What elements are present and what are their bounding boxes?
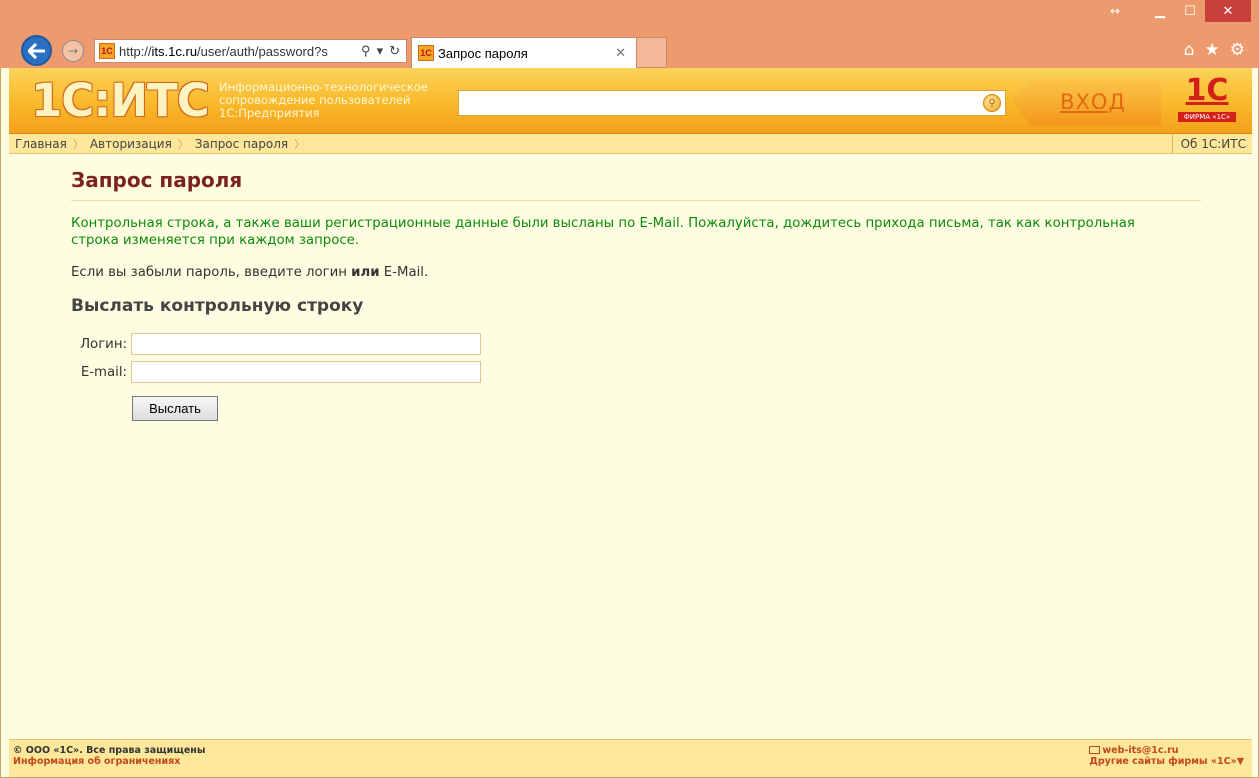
tab-close-icon[interactable]: ✕ (615, 45, 626, 61)
firm-1c-logo[interactable]: 1С ФИРМА «1С» (1167, 76, 1247, 128)
login-row: Логин: (69, 330, 1201, 358)
site-footer: © ООО «1С». Все права защищены Информаци… (9, 739, 1252, 777)
address-text[interactable]: http://its.1c.ru/user/auth/password?s (119, 44, 361, 59)
firm-logo-caption: ФИРМА «1С» (1177, 112, 1237, 122)
page-viewport: 1С:ИТС Информационно-технологическое соп… (0, 68, 1259, 778)
success-message: Контрольная строка, а также ваши регистр… (71, 216, 1135, 248)
site-tagline: Информационно-технологическое сопровожде… (219, 81, 428, 120)
hint-after: E-Mail. (379, 265, 429, 280)
site-favicon: 1С (99, 43, 115, 59)
hint-before: Если вы забыли пароль, введите логин (71, 265, 352, 280)
email-link[interactable]: web-its@1c.ru (1089, 745, 1244, 756)
site-logo[interactable]: 1С:ИТС (31, 75, 210, 127)
address-path: /user/auth/password?s (197, 43, 328, 59)
breadcrumb-item-auth[interactable]: Авторизация (90, 137, 172, 151)
home-icon[interactable]: ⌂ (1184, 40, 1195, 60)
address-icons: ⚲ ▾ ↻ (361, 43, 406, 59)
refresh-icon[interactable]: ↻ (389, 43, 400, 59)
maximize-button[interactable]: ☐ (1175, 0, 1205, 22)
arrow-right-icon: → (67, 44, 79, 58)
browser-toolbar: → 1С http://its.1c.ru/user/auth/password… (0, 32, 1259, 68)
restrictions-link[interactable]: Информация об ограничениях (13, 756, 205, 767)
firm-logo-mark: 1С (1185, 73, 1229, 108)
resize-icon[interactable]: ↔ (1097, 0, 1133, 22)
chevron-right-icon: 〉 (72, 137, 84, 151)
page-title: Запрос пароля (71, 168, 1201, 201)
email-label: E-mail: (80, 364, 127, 380)
footer-right: web-its@1c.ru Другие сайты фирмы «1С»▼ (1089, 745, 1244, 767)
login-label: Логин: (80, 336, 127, 352)
login-button[interactable]: ВХОД (1013, 78, 1161, 126)
new-tab-button[interactable] (637, 37, 667, 68)
chevron-right-icon: 〉 (294, 137, 306, 151)
window-controls: ↔ ▁ ☐ ✕ (1097, 0, 1251, 22)
browser-right-icons: ⌂ ★ ⚙ (1184, 40, 1245, 60)
star-icon[interactable]: ★ (1205, 40, 1220, 60)
chevron-down-icon[interactable]: ▾ (377, 43, 384, 59)
footer-left: © ООО «1С». Все права защищены Информаци… (13, 745, 205, 767)
form-title: Выслать контрольную строку (71, 296, 364, 316)
login-label: ВХОД (1060, 90, 1126, 114)
breadcrumb-item-current: Запрос пароля (194, 136, 289, 151)
address-prefix: http:// (119, 43, 152, 59)
other-sites-link[interactable]: Другие сайты фирмы «1С»▼ (1089, 756, 1244, 767)
back-button[interactable] (21, 35, 52, 66)
tab-favicon: 1С (418, 45, 434, 61)
window-titlebar: ↔ ▁ ☐ ✕ (0, 0, 1259, 32)
mail-icon (1089, 746, 1101, 754)
login-input[interactable] (131, 333, 481, 355)
tab-title: Запрос пароля (438, 45, 528, 61)
site-search-input[interactable]: ⚲ (458, 90, 1006, 116)
search-icon: ⚲ (988, 97, 996, 109)
password-request-form: Логин: E-mail: Выслать (69, 330, 1201, 421)
about-its-link[interactable]: Об 1С:ИТС (1171, 134, 1252, 154)
submit-button[interactable]: Выслать (132, 396, 218, 421)
site-header: 1С:ИТС Информационно-технологическое соп… (9, 68, 1252, 134)
minimize-button[interactable]: ▁ (1145, 0, 1175, 22)
address-bar[interactable]: 1С http://its.1c.ru/user/auth/password?s… (94, 39, 407, 63)
breadcrumb: Главная 〉 Авторизация 〉 Запрос пароля 〉 … (9, 134, 1252, 154)
email-row: E-mail: (69, 358, 1201, 386)
email-link-text: web-its@1c.ru (1102, 745, 1179, 756)
breadcrumb-item-home[interactable]: Главная (15, 137, 67, 151)
hint-text: Если вы забыли пароль, введите логин или… (71, 265, 1201, 280)
address-domain: its.1c.ru (151, 43, 198, 59)
search-button[interactable]: ⚲ (983, 94, 1001, 112)
tab-active[interactable]: 1С Запрос пароля ✕ (411, 37, 637, 68)
main-content: Запрос пароля Контрольная строка, а такж… (71, 168, 1201, 421)
search-icon[interactable]: ⚲ (361, 43, 371, 59)
gear-icon[interactable]: ⚙ (1230, 40, 1245, 60)
chevron-right-icon: 〉 (177, 137, 189, 151)
tagline-line: 1С:Предприятия (219, 106, 320, 120)
copyright-text: © ООО «1С». Все права защищены (13, 745, 206, 756)
close-button[interactable]: ✕ (1205, 0, 1251, 22)
hint-bold: или (351, 265, 380, 280)
forward-button[interactable]: → (62, 40, 84, 62)
arrow-left-icon (27, 42, 45, 59)
email-input[interactable] (131, 361, 481, 383)
